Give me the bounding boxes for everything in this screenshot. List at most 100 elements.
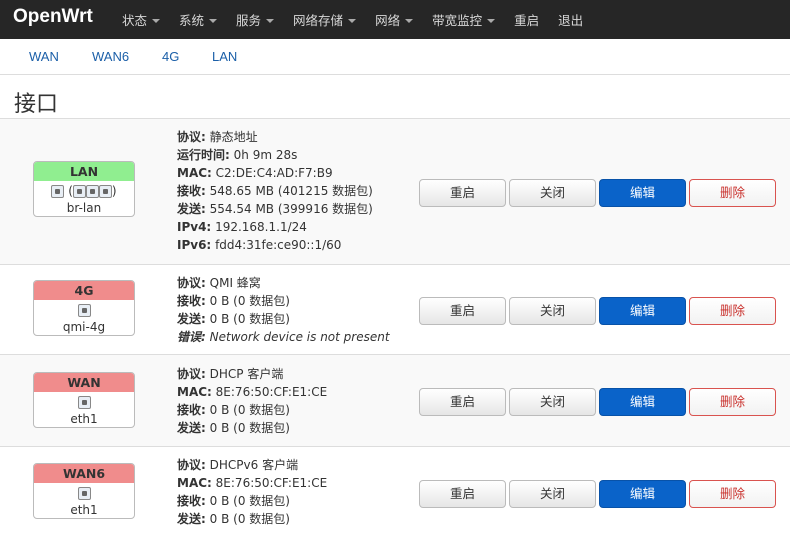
- info-key: MAC:: [177, 476, 212, 490]
- info-value: 0 B (0 数据包): [209, 512, 290, 526]
- brand-logo[interactable]: OpenWrt: [13, 6, 93, 28]
- info-key: 接收:: [177, 494, 206, 508]
- info-value: C2:DE:C4:AD:F7:B9: [215, 166, 333, 180]
- info-line: 接收: 0 B (0 数据包): [177, 401, 327, 419]
- info-value: 8E:76:50:CF:E1:CE: [215, 476, 328, 490]
- menu-label: 状态: [122, 13, 148, 28]
- info-key: 接收:: [177, 403, 206, 417]
- interface-name: WAN6: [34, 464, 134, 483]
- info-line: 发送: 554.54 MB (399916 数据包): [177, 200, 373, 218]
- edit-button[interactable]: 编辑: [599, 388, 686, 416]
- delete-button[interactable]: 删除: [689, 297, 776, 325]
- info-key: MAC:: [177, 166, 212, 180]
- restart-button[interactable]: 重启: [419, 179, 506, 207]
- delete-button[interactable]: 删除: [689, 179, 776, 207]
- wifi-icon: [85, 185, 99, 198]
- interface-name: WAN: [34, 373, 134, 392]
- info-line: 发送: 0 B (0 数据包): [177, 310, 390, 328]
- stop-button[interactable]: 关闭: [509, 297, 596, 325]
- menu-label: 服务: [236, 13, 262, 28]
- edit-button[interactable]: 编辑: [599, 480, 686, 508]
- info-value: 0 B (0 数据包): [209, 294, 290, 308]
- info-value: fdd4:31fe:ce90::1/60: [215, 238, 342, 252]
- menu-system[interactable]: 系统: [179, 10, 218, 29]
- edit-button[interactable]: 编辑: [599, 297, 686, 325]
- device-icons: [34, 485, 134, 502]
- main-menu: 状态 系统 服务 网络存储 网络 带宽监控 重启 退出: [122, 10, 602, 29]
- info-value: DHCP 客户端: [209, 367, 284, 381]
- interface-badge: WAN eth1: [33, 372, 135, 428]
- info-value: 548.65 MB (401215 数据包): [209, 184, 373, 198]
- menu-reboot[interactable]: 重启: [514, 10, 539, 29]
- menu-nas[interactable]: 网络存储: [293, 10, 357, 29]
- menu-network[interactable]: 网络: [375, 10, 414, 29]
- info-value: 554.54 MB (399916 数据包): [209, 202, 373, 216]
- stop-button[interactable]: 关闭: [509, 480, 596, 508]
- tab-4g[interactable]: 4G: [162, 49, 179, 64]
- stop-button[interactable]: 关闭: [509, 179, 596, 207]
- info-key: 协议:: [177, 367, 206, 381]
- menu-logout[interactable]: 退出: [558, 10, 583, 29]
- interface-badge: WAN6 eth1: [33, 463, 135, 519]
- info-value: 192.168.1.1/24: [215, 220, 307, 234]
- info-key: 接收:: [177, 294, 206, 308]
- caret-down-icon: [152, 19, 161, 23]
- tab-wan[interactable]: WAN: [29, 49, 59, 64]
- tab-wan6[interactable]: WAN6: [92, 49, 129, 64]
- interface-info: 协议: 静态地址 运行时间: 0h 9m 28s MAC: C2:DE:C4:AD:…: [177, 128, 373, 254]
- info-key: 发送:: [177, 202, 206, 216]
- bridge-icon: [51, 185, 65, 198]
- edit-button[interactable]: 编辑: [599, 179, 686, 207]
- interface-info: 协议: DHCPv6 客户端 MAC: 8E:76:50:CF:E1:CE 接收: …: [177, 456, 327, 528]
- device-name: eth1: [70, 503, 98, 517]
- interface-row: 4G qmi-4g 协议: QMI 蜂窝 接收: 0 B (0 数据包) 发送: 0 B…: [0, 264, 790, 354]
- info-value: 静态地址: [209, 130, 258, 144]
- menu-status[interactable]: 状态: [122, 10, 161, 29]
- delete-button[interactable]: 删除: [689, 388, 776, 416]
- interface-name: LAN: [34, 162, 134, 181]
- caret-down-icon: [405, 19, 414, 23]
- info-value: 8E:76:50:CF:E1:CE: [215, 385, 328, 399]
- info-key: 错误:: [177, 330, 206, 344]
- stop-button[interactable]: 关闭: [509, 388, 596, 416]
- interface-row: LAN () br-lan 协议: 静态地址 运行时间: 0h 9m 28s MAC: …: [0, 118, 790, 264]
- info-line: 协议: QMI 蜂窝: [177, 274, 390, 292]
- info-key: 运行时间:: [177, 148, 230, 162]
- device-name: eth1: [70, 412, 98, 426]
- info-value: 0 B (0 数据包): [209, 421, 290, 435]
- menu-label: 网络存储: [293, 13, 344, 28]
- restart-button[interactable]: 重启: [419, 388, 506, 416]
- menu-label: 退出: [558, 13, 584, 28]
- restart-button[interactable]: 重启: [419, 297, 506, 325]
- info-key: 发送:: [177, 421, 206, 435]
- menu-services[interactable]: 服务: [236, 10, 275, 29]
- info-line: MAC: 8E:76:50:CF:E1:CE: [177, 474, 327, 492]
- top-navbar: OpenWrt 状态 系统 服务 网络存储 网络 带宽监控 重启 退出: [0, 0, 790, 39]
- interface-tabs: WAN WAN6 4G LAN: [0, 39, 790, 75]
- info-value: Network device is not present: [209, 330, 390, 344]
- interface-info: 协议: QMI 蜂窝 接收: 0 B (0 数据包) 发送: 0 B (0 数据包)…: [177, 274, 390, 346]
- restart-button[interactable]: 重启: [419, 480, 506, 508]
- menu-label: 带宽监控: [432, 13, 483, 28]
- info-line: 接收: 0 B (0 数据包): [177, 492, 327, 510]
- info-key: 协议:: [177, 130, 206, 144]
- caret-down-icon: [348, 19, 357, 23]
- interface-row: WAN eth1 协议: DHCP 客户端 MAC: 8E:76:50:CF:E1:C…: [0, 354, 790, 446]
- info-line: IPv6: fdd4:31fe:ce90::1/60: [177, 236, 373, 254]
- menu-bandwidth[interactable]: 带宽监控: [432, 10, 496, 29]
- info-line: 接收: 0 B (0 数据包): [177, 292, 390, 310]
- info-key: MAC:: [177, 385, 212, 399]
- info-value: 0 B (0 数据包): [209, 312, 290, 326]
- info-value: 0 B (0 数据包): [209, 494, 290, 508]
- info-line: 接收: 548.65 MB (401215 数据包): [177, 182, 373, 200]
- info-line: 错误: Network device is not present: [177, 328, 390, 346]
- info-value: DHCPv6 客户端: [209, 458, 299, 472]
- interface-badge: LAN () br-lan: [33, 161, 135, 217]
- info-line: 协议: DHCPv6 客户端: [177, 456, 327, 474]
- tab-lan[interactable]: LAN: [212, 49, 237, 64]
- delete-button[interactable]: 删除: [689, 480, 776, 508]
- ethernet-icon: [77, 304, 91, 317]
- info-line: 发送: 0 B (0 数据包): [177, 419, 327, 437]
- info-key: 协议:: [177, 276, 206, 290]
- page-title: 接口: [14, 92, 59, 117]
